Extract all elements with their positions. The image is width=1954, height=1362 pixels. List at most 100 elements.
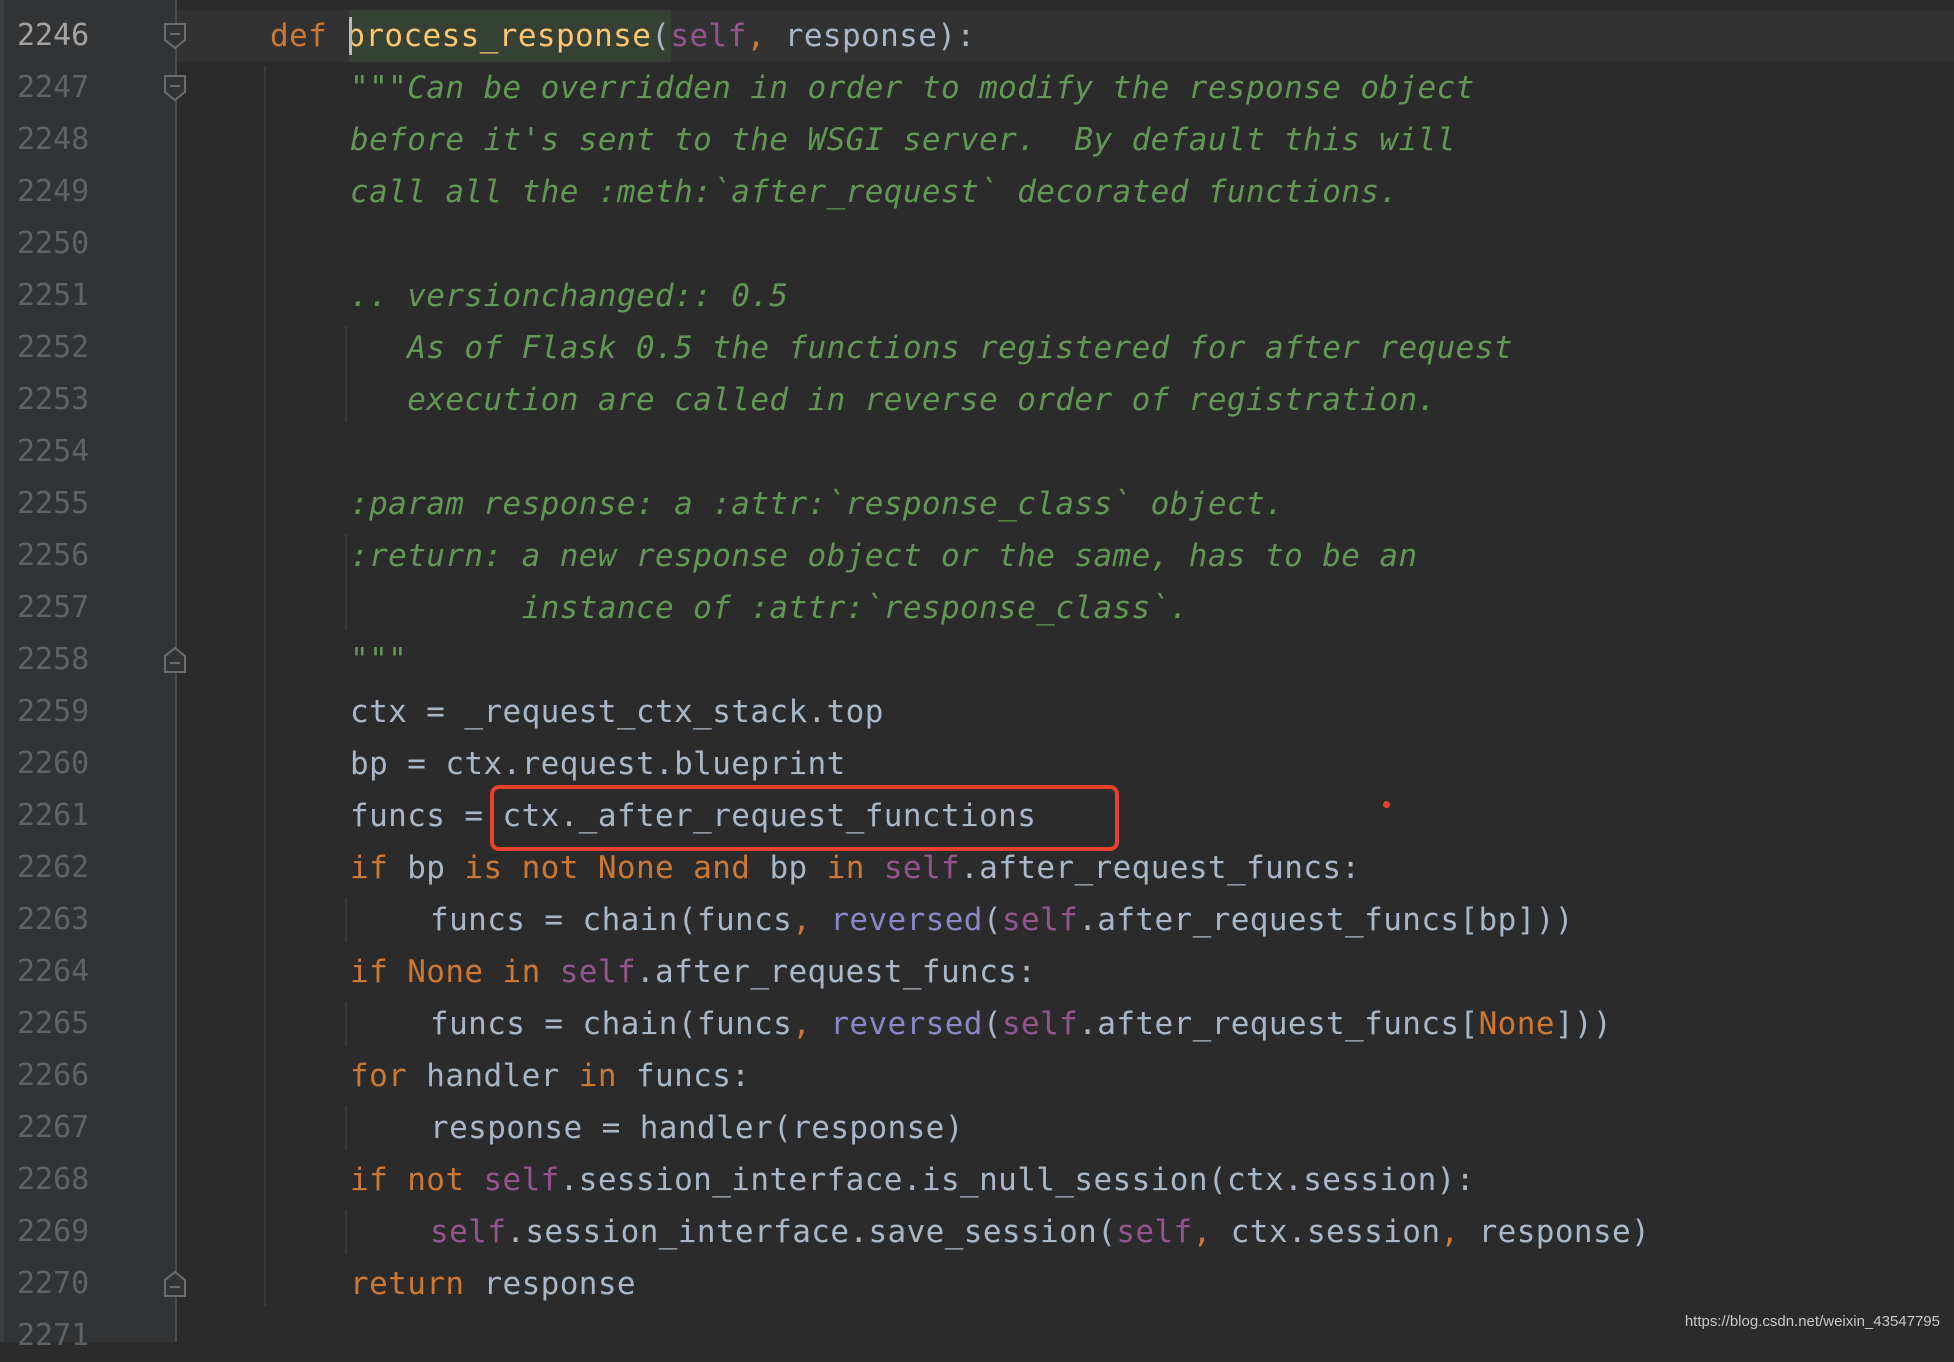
code-text: def process_response(self, response): [270,10,975,62]
code-text: call all the :meth:`after_request` decor… [350,166,1399,218]
code-text: self.session_interface.save_session(self… [430,1206,1650,1258]
code-line[interactable] [0,686,1954,738]
line-number[interactable]: 2270 [17,1258,97,1310]
line-number[interactable]: 2267 [17,1102,97,1154]
line-number[interactable]: 2268 [17,1154,97,1206]
code-text: .. versionchanged:: 0.5 [350,270,788,322]
token-self: self [883,850,961,886]
code-text: before it's sent to the WSGI server. By … [350,114,1456,166]
line-number[interactable]: 2266 [17,1050,97,1102]
token-builtin: reversed [830,1006,983,1042]
line-number[interactable]: 2256 [17,530,97,582]
indent-guide [345,1106,347,1150]
line-number[interactable]: 2246 [17,10,97,62]
code-text: instance of :attr:`response_class`. [350,582,1189,634]
token-plain: ctx.session [1230,1214,1441,1250]
line-number[interactable]: 2247 [17,62,97,114]
token-doc: before it's sent to the WSGI server. By … [350,122,1456,158]
token-doc: As of Flask 0.5 the functions registered… [350,330,1513,366]
code-text: :param response: a :attr:`response_class… [350,478,1284,530]
token-plain: ctx = _request_ctx_stack.top [350,694,884,730]
token-self: self [559,954,636,990]
line-number[interactable]: 2263 [17,894,97,946]
token-comma: , [792,902,831,938]
token-kw: def [270,18,347,54]
token-plain: .after_request_funcs[ [1078,1006,1479,1042]
token-plain: response [483,1266,636,1302]
fold-end-icon[interactable] [164,647,186,673]
line-number[interactable]: 2251 [17,270,97,322]
token-comma: , [792,1006,831,1042]
line-number[interactable]: 2248 [17,114,97,166]
indent-guide [345,898,347,942]
token-doc: """Can be overridden in order to modify … [350,70,1475,106]
watermark: https://blog.csdn.net/weixin_43547795 [1684,1313,1940,1330]
line-number[interactable]: 2259 [17,686,97,738]
token-kw: if not [350,1162,484,1198]
line-number[interactable]: 2262 [17,842,97,894]
code-line[interactable] [0,1102,1954,1154]
line-number[interactable]: 2249 [17,166,97,218]
indent-guide [345,1002,347,1046]
code-line[interactable] [0,1310,1954,1362]
code-text: if not self.session_interface.is_null_se… [350,1154,1475,1206]
line-number[interactable]: 2269 [17,1206,97,1258]
line-number[interactable]: 2260 [17,738,97,790]
token-self: self [1001,902,1079,938]
token-plain: funcs = chain(funcs [430,902,793,938]
annotation-dot [1383,801,1390,808]
code-text: ctx = _request_ctx_stack.top [350,686,884,738]
indent-guide [264,66,266,1306]
code-text: As of Flask 0.5 the functions registered… [350,322,1513,374]
fold-collapse-icon[interactable] [164,23,186,49]
line-number[interactable]: 2253 [17,374,97,426]
code-line[interactable] [0,738,1954,790]
fold-collapse-icon[interactable] [164,75,186,101]
token-plain: .after_request_funcs[bp])) [1078,902,1574,938]
line-number[interactable]: 2271 [17,1310,97,1362]
code-line[interactable] [0,426,1954,478]
token-self: self [483,1162,560,1198]
code-text: bp = ctx.request.blueprint [350,738,846,790]
token-plain: ])) [1554,1006,1613,1042]
token-doc: instance of :attr:`response_class`. [350,590,1189,626]
token-self: self [430,1214,507,1250]
line-number[interactable]: 2250 [17,218,97,270]
token-kw: return [350,1266,484,1302]
token-plain: bp [407,850,465,886]
fold-end-icon[interactable] [164,1271,186,1297]
indent-guide [345,326,347,422]
line-number[interactable]: 2254 [17,426,97,478]
indent-guide [345,534,347,630]
token-plain: .session_interface.save_session( [506,1214,1117,1250]
code-line[interactable] [0,634,1954,686]
code-line[interactable] [0,1050,1954,1102]
token-doc: call all the :meth:`after_request` decor… [350,174,1399,210]
token-plain: response) [1478,1214,1651,1250]
line-number[interactable]: 2264 [17,946,97,998]
code-text: response = handler(response) [430,1102,964,1154]
token-plain: ( [982,902,1002,938]
line-number[interactable]: 2261 [17,790,97,842]
code-text: return response [350,1258,636,1310]
line-number[interactable]: 2258 [17,634,97,686]
token-comma: , [1192,1214,1231,1250]
code-line[interactable] [0,218,1954,270]
code-text: if None in self.after_request_funcs: [350,946,1036,998]
token-plain: funcs = chain(funcs [430,1006,793,1042]
text-caret [349,17,352,55]
token-comma: , [1440,1214,1479,1250]
token-plain: response = handler(response) [430,1110,964,1146]
token-kw: in [826,850,884,886]
code-line[interactable] [0,1258,1954,1310]
code-line[interactable] [0,270,1954,322]
line-number[interactable]: 2255 [17,478,97,530]
line-number[interactable]: 2257 [17,582,97,634]
token-doc: .. versionchanged:: 0.5 [350,278,789,314]
token-plain: ( [651,18,671,54]
line-number[interactable]: 2265 [17,998,97,1050]
token-self: self [1116,1214,1193,1250]
token-kw: None [1478,1006,1555,1042]
line-number[interactable]: 2252 [17,322,97,374]
token-kw: for [350,1058,427,1094]
